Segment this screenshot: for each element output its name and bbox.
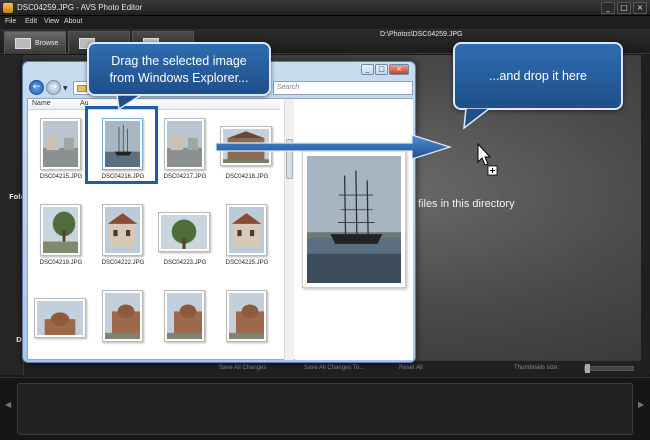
file-thumbnail[interactable]: DSC04215.JPG xyxy=(30,112,92,194)
menu-file[interactable]: File xyxy=(5,18,16,25)
thumbnail-image xyxy=(226,204,267,256)
maximize-button[interactable]: □ xyxy=(617,2,631,14)
minimize-button[interactable]: _ xyxy=(601,2,615,14)
save-all-changes-to-button[interactable]: Save All Changes To... xyxy=(304,365,364,371)
menu-view[interactable]: View xyxy=(44,18,59,25)
menu-edit[interactable]: Edit xyxy=(25,18,37,25)
reset-all-button[interactable]: Reset All xyxy=(399,365,423,371)
left-panel xyxy=(0,55,24,375)
drag-selection-highlight xyxy=(85,106,158,184)
thumbnail-image xyxy=(102,204,143,256)
file-thumbnail[interactable] xyxy=(92,284,154,360)
slider-knob[interactable] xyxy=(585,364,590,373)
drag-callout-pointer xyxy=(116,95,143,111)
nav-dropdown-icon[interactable]: ▼ xyxy=(63,85,68,92)
save-all-changes-button[interactable]: Save All Changes xyxy=(219,365,266,371)
drag-copy-cursor-icon xyxy=(477,143,498,176)
thumbnail-label: DSC04215.JPG xyxy=(39,174,83,180)
file-thumbnail[interactable] xyxy=(216,284,278,360)
filmstrip-right-arrow-icon[interactable]: ▶ xyxy=(638,400,644,409)
back-arrow-icon[interactable]: ← xyxy=(29,80,44,95)
tab-browse[interactable]: Browse xyxy=(4,31,66,54)
thumbnail-image xyxy=(164,290,209,342)
drag-direction-arrow-icon xyxy=(215,134,452,160)
right-scrollbar[interactable] xyxy=(641,55,650,375)
thumbnail-label: DSC04218.JPG xyxy=(225,174,269,180)
file-thumbnail[interactable] xyxy=(30,284,92,360)
thumbnail-image xyxy=(164,118,205,170)
drag-callout-line-2: from Windows Explorer... xyxy=(109,71,249,85)
thumbnail-image xyxy=(34,298,86,347)
forward-arrow-icon[interactable]: → xyxy=(46,80,61,95)
menu-about[interactable]: About xyxy=(64,18,82,25)
drop-callout-text: ...and drop it here xyxy=(489,69,587,83)
files-in-directory-text: files in this directory xyxy=(418,198,515,210)
menu-bar: File Edit View About xyxy=(0,16,650,29)
window-controls: _ □ × xyxy=(601,2,647,14)
thumbnail-label: DSC04223.JPG xyxy=(163,260,207,266)
app-icon xyxy=(3,3,13,13)
file-thumbnail[interactable] xyxy=(154,284,216,360)
windows-explorer-window: _ □ × ← → ▼ « Search Name Au DSC04215.JP… xyxy=(22,61,416,363)
thumbnail-label: DSC04219.JPG xyxy=(39,260,83,266)
title-bar: DSC04259.JPG - AVS Photo Editor _ □ × xyxy=(0,0,650,16)
thumbnail-image xyxy=(158,212,210,261)
file-thumbnail[interactable]: DSC04223.JPG xyxy=(154,198,216,280)
explorer-minimize-button[interactable]: _ xyxy=(361,64,374,75)
explorer-window-controls: _ □ × xyxy=(361,64,409,75)
explorer-close-button[interactable]: × xyxy=(389,64,409,75)
thumbnail-image xyxy=(40,118,81,170)
file-path: D:\Photos\DSC04259.JPG xyxy=(380,31,463,38)
drop-callout-pointer xyxy=(463,108,492,130)
column-name[interactable]: Name xyxy=(32,100,51,107)
thumbnails-size-slider[interactable] xyxy=(584,364,634,373)
thumbnails-size-label: Thumbnails size: xyxy=(514,365,560,371)
file-thumbnail[interactable]: DSC04222.JPG xyxy=(92,198,154,280)
thumbnail-image xyxy=(40,204,85,256)
close-button[interactable]: × xyxy=(633,2,647,14)
folder-icon xyxy=(15,38,31,49)
filmstrip: ◀ ▶ xyxy=(0,377,650,440)
thumbnail-image xyxy=(102,290,147,342)
thumbnail-label: DSC04222.JPG xyxy=(101,260,145,266)
drop-instruction-callout: ...and drop it here xyxy=(453,42,623,110)
file-thumbnail[interactable]: DSC04217.JPG xyxy=(154,112,216,194)
filmstrip-left-arrow-icon[interactable]: ◀ xyxy=(5,400,11,409)
thumbnail-image xyxy=(226,290,271,342)
preview-image xyxy=(302,151,406,288)
thumbnail-label: DSC04225.JPG xyxy=(225,260,269,266)
file-thumbnail[interactable]: DSC04225.JPG xyxy=(216,198,278,280)
file-thumbnail[interactable]: DSC04219.JPG xyxy=(30,198,92,280)
filmstrip-area[interactable] xyxy=(17,383,633,435)
address-folder-icon xyxy=(77,85,87,92)
thumbnail-label: DSC04217.JPG xyxy=(163,174,207,180)
left-bottom-label: D xyxy=(16,336,22,344)
window-title: DSC04259.JPG - AVS Photo Editor xyxy=(17,3,143,12)
search-input[interactable]: Search xyxy=(273,81,413,95)
drag-callout-line-1: Drag the selected image xyxy=(111,54,247,68)
explorer-maximize-button[interactable]: □ xyxy=(375,64,388,75)
drag-instruction-callout: Drag the selected image from Windows Exp… xyxy=(87,42,271,96)
tab-browse-label: Browse xyxy=(35,40,59,47)
